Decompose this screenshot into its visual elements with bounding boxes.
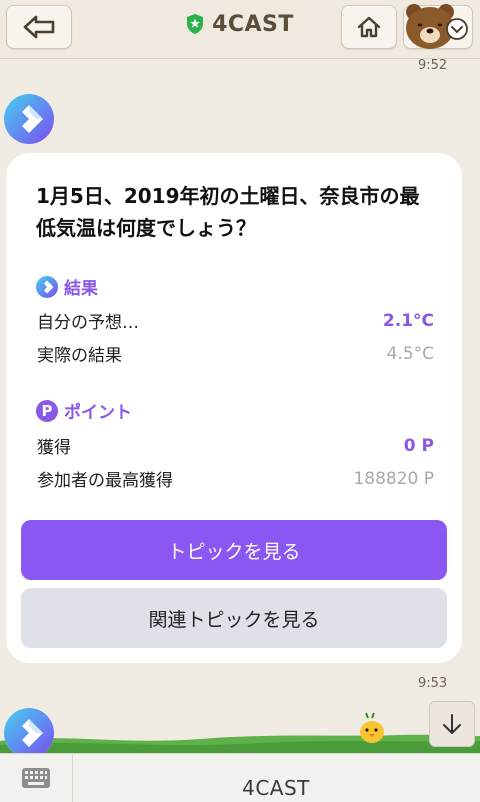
4cast-logo-icon — [4, 708, 54, 758]
svg-text:P: P — [42, 402, 53, 420]
keyboard-button[interactable] — [0, 754, 73, 802]
bot-avatar[interactable] — [4, 94, 54, 144]
bot-avatar[interactable] — [4, 708, 54, 758]
actual-result-row: 実際の結果 4.5°C — [37, 341, 434, 367]
earned-points-value: 0 P — [403, 435, 434, 456]
related-topics-button[interactable]: 関連トピックを見る — [21, 588, 447, 648]
menu-button[interactable] — [403, 4, 473, 49]
message-timestamp: 9:53 — [418, 676, 448, 691]
chevron-down-icon — [446, 18, 468, 40]
4cast-logo-icon — [4, 94, 54, 144]
rich-menu-label[interactable]: 4CAST — [72, 776, 480, 800]
points-p-icon: P — [36, 399, 58, 422]
keyboard-icon — [22, 768, 50, 788]
question-text: 1月5日、2019年初の土曜日、奈良市の最低気温は何度でしょう？ — [36, 184, 420, 240]
prediction-row: 自分の予想… 2.1°C — [37, 308, 434, 334]
verified-shield-icon — [187, 14, 204, 34]
4cast-logo-icon — [36, 275, 58, 298]
grass-decoration — [0, 734, 480, 753]
prediction-value: 2.1°C — [382, 310, 434, 331]
top-points-value: 188820 P — [353, 468, 434, 489]
result-section-heading: 結果 — [36, 274, 98, 299]
actual-result-value: 4.5°C — [386, 343, 434, 364]
app-header: 4CAST — [0, 0, 480, 59]
actual-result-label: 実際の結果 — [37, 346, 122, 366]
earned-points-label: 獲得 — [37, 438, 71, 458]
top-points-label: 参加者の最高獲得 — [37, 471, 173, 491]
top-points-row: 参加者の最高獲得 188820 P — [37, 466, 434, 492]
bottom-bar: 4CAST — [0, 753, 480, 802]
scroll-to-bottom-button[interactable] — [429, 701, 475, 747]
prediction-label: 自分の予想… — [37, 313, 139, 333]
result-card: 1月5日、2019年初の土曜日、奈良市の最低気温は何度でしょう？ 結果 自分の予… — [6, 153, 462, 663]
view-topic-button[interactable]: トピックを見る — [21, 520, 447, 580]
home-icon — [357, 16, 381, 38]
message-timestamp: 9:52 — [418, 58, 448, 73]
arrow-down-icon — [443, 714, 461, 734]
home-button[interactable] — [341, 5, 397, 49]
earned-points-row: 獲得 0 P — [37, 433, 434, 459]
chick-sticker-icon — [360, 712, 384, 743]
points-section-heading: P ポイント — [36, 398, 132, 423]
